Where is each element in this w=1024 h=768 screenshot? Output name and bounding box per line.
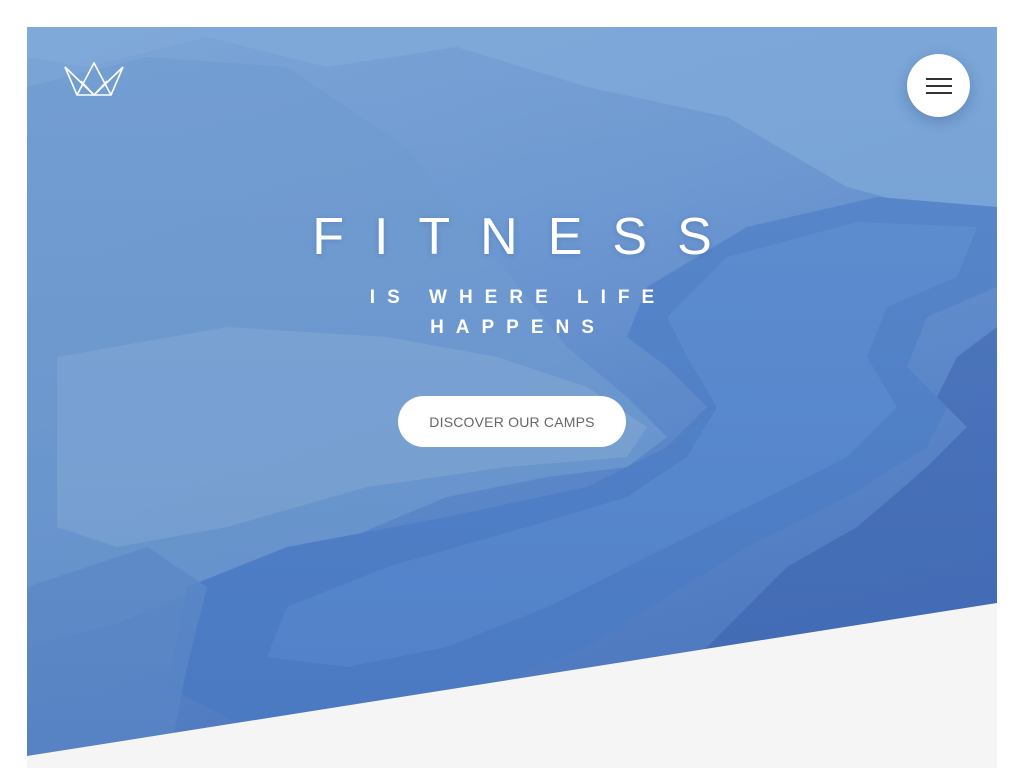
hero-title: FITNESS: [312, 208, 742, 266]
hero-subtitle: IS WHERE LIFE HAPPENS: [369, 287, 667, 338]
page: FITNESS IS WHERE LIFE HAPPENS DISCOVER O…: [0, 0, 1024, 768]
crown-icon[interactable]: [63, 61, 125, 97]
hero-section: FITNESS IS WHERE LIFE HAPPENS DISCOVER O…: [27, 27, 997, 768]
menu-button[interactable]: [907, 54, 970, 117]
discover-camps-button[interactable]: DISCOVER OUR CAMPS: [398, 396, 626, 447]
hamburger-menu-icon: [925, 77, 952, 94]
